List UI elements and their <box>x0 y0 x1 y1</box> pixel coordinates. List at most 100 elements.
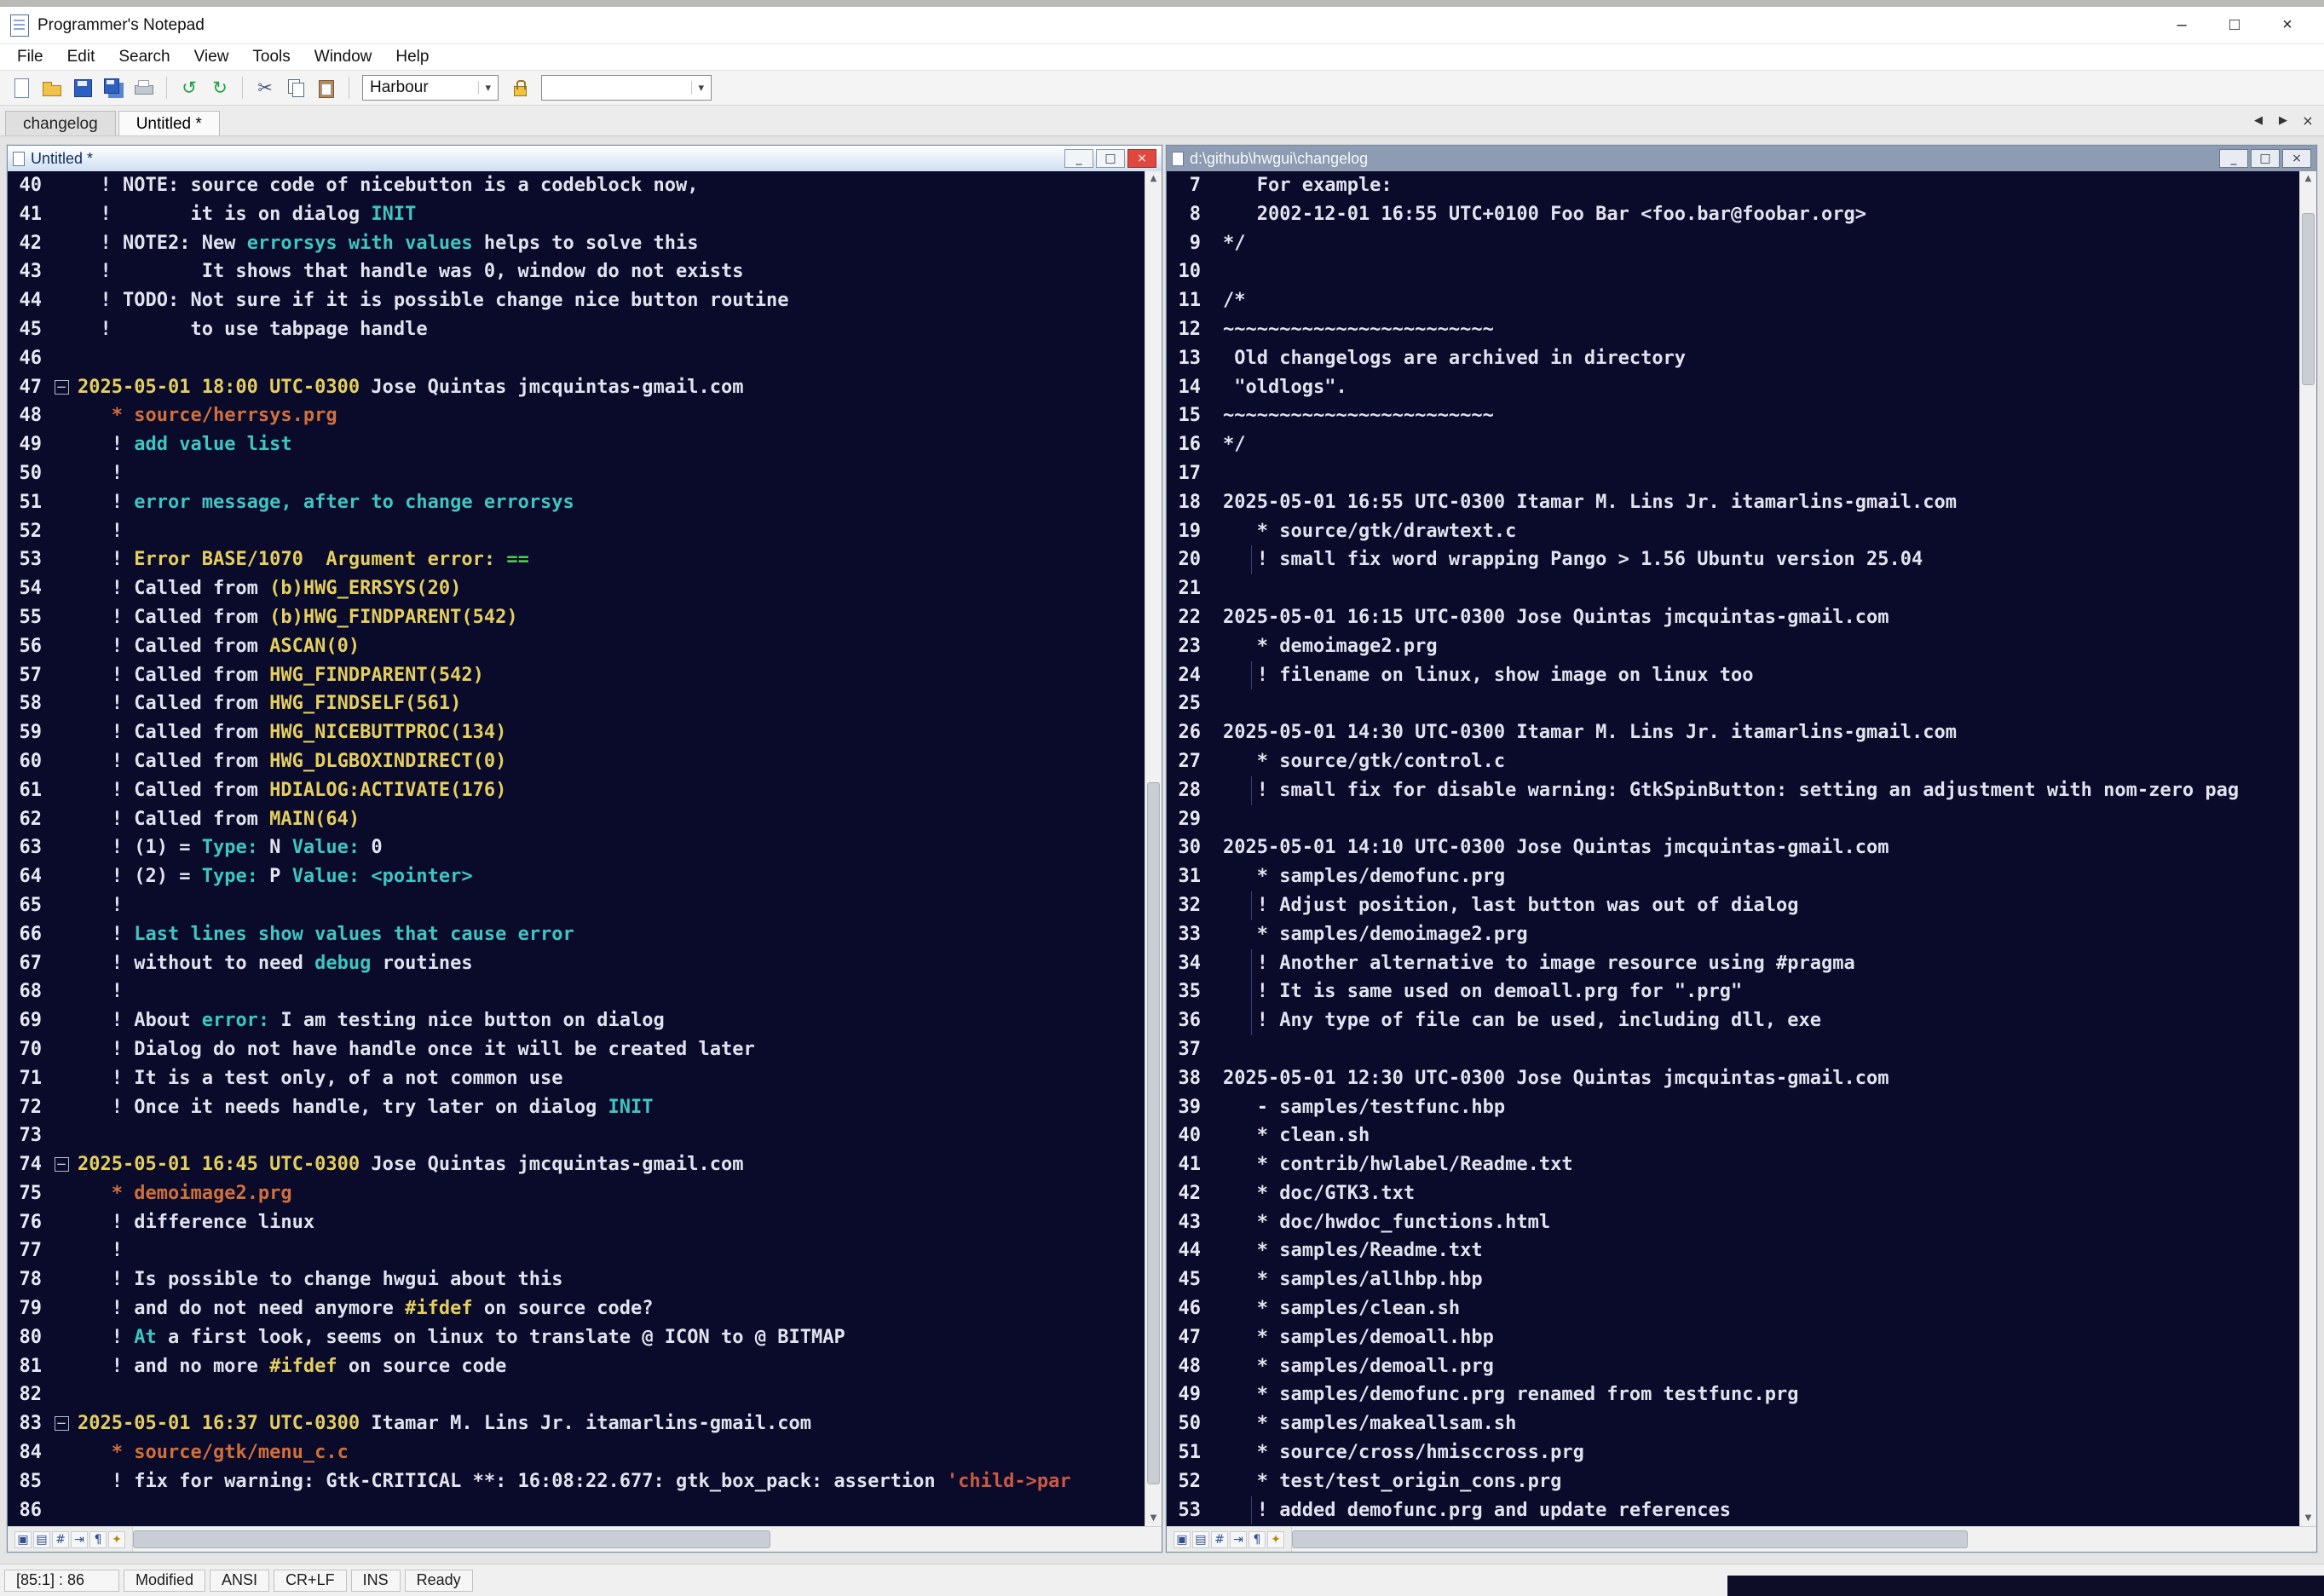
child-restore-button[interactable]: □ <box>2251 149 2280 168</box>
copy-button[interactable] <box>281 73 310 102</box>
menu-item-view[interactable]: View <box>182 48 241 66</box>
tab-scroll-left-button[interactable]: ◀ <box>2247 110 2269 130</box>
child-restore-button[interactable]: □ <box>1096 149 1125 168</box>
scroll-up-icon[interactable]: ▲ <box>2305 171 2312 187</box>
line-number: 66 <box>8 920 50 949</box>
code-text: ! About error: I am testing nice button … <box>72 1006 1145 1035</box>
fold-collapse-icon[interactable]: − <box>55 1416 69 1431</box>
save-all-button[interactable] <box>99 73 128 102</box>
fold-margin <box>1209 286 1218 315</box>
vertical-scrollbar[interactable]: ▲ ▼ <box>1145 171 1162 1526</box>
tab-changelog[interactable]: changelog <box>5 111 116 135</box>
scheme-select[interactable]: Harbour▾ <box>362 75 499 101</box>
fold-margin[interactable]: − <box>50 1150 72 1179</box>
chevron-down-icon[interactable]: ▾ <box>691 81 704 95</box>
scroll-down-icon[interactable]: ▼ <box>2305 1511 2312 1526</box>
menu-item-file[interactable]: File <box>5 48 55 66</box>
menu-item-help[interactable]: Help <box>383 48 441 66</box>
code-line-40: 40 * clean.sh <box>1167 1121 2299 1150</box>
word-wrap-icon[interactable]: ▤ <box>33 1531 50 1548</box>
child-title-bar[interactable]: Untitled * _ □ × <box>8 146 1162 171</box>
line-numbers-icon[interactable]: # <box>52 1531 69 1548</box>
child-close-button[interactable]: × <box>1127 149 1156 168</box>
fold-margin[interactable]: − <box>50 1409 72 1438</box>
line-number: 46 <box>8 344 50 373</box>
tab-marker-icon[interactable]: ⇥ <box>1230 1531 1247 1548</box>
code-line-72: 72 ! Once it needs handle, try later on … <box>8 1093 1145 1122</box>
line-number: 20 <box>1167 545 1209 574</box>
find-combo[interactable]: ▾ <box>541 75 712 101</box>
tab-untitled[interactable]: Untitled * <box>118 111 220 135</box>
fold-margin <box>1209 1496 1218 1525</box>
menu-item-search[interactable]: Search <box>107 48 182 66</box>
tab-marker-icon[interactable]: ⇥ <box>71 1531 88 1548</box>
close-button[interactable]: × <box>2261 7 2314 43</box>
scroll-up-icon[interactable]: ▲ <box>1150 171 1157 187</box>
cut-button[interactable]: ✂ <box>251 73 280 102</box>
line-number: 27 <box>1167 747 1209 776</box>
vertical-scroll-thumb[interactable] <box>2302 213 2315 385</box>
new-file-button[interactable] <box>7 73 36 102</box>
fold-collapse-icon[interactable]: − <box>55 380 69 395</box>
menu-item-edit[interactable]: Edit <box>55 48 107 66</box>
lock-button[interactable] <box>505 73 534 102</box>
scroll-down-icon[interactable]: ▼ <box>1150 1511 1157 1526</box>
editor-area[interactable]: 7 For example:8 2002-12-01 16:55 UTC+010… <box>1167 171 2316 1526</box>
word-wrap-icon[interactable]: ▤ <box>1192 1531 1209 1548</box>
fold-margin[interactable]: − <box>50 373 72 402</box>
line-number: 72 <box>8 1093 50 1122</box>
tab-close-button[interactable]: × <box>2297 110 2319 130</box>
tab-scroll-right-button[interactable]: ▶ <box>2272 110 2294 130</box>
whitespace-icon[interactable]: ¶ <box>89 1531 107 1548</box>
block-select-icon[interactable]: ▣ <box>14 1531 32 1548</box>
scheme-star-icon[interactable]: ✦ <box>108 1531 125 1548</box>
line-number: 56 <box>8 632 50 661</box>
editor-bottom-bar: ▣▤#⇥¶✦ <box>8 1526 1162 1552</box>
print-button[interactable] <box>130 73 159 102</box>
fold-margin <box>1209 488 1218 517</box>
child-title-bar[interactable]: d:\github\hwgui\changelog _ □ × <box>1167 146 2316 171</box>
tab-strip: changelogUntitled * <box>5 111 222 135</box>
block-select-icon[interactable]: ▣ <box>1174 1531 1191 1548</box>
child-close-button[interactable]: × <box>2282 149 2311 168</box>
horizontal-scrollbar[interactable] <box>1291 1527 2316 1552</box>
fold-margin <box>50 833 72 862</box>
minimize-button[interactable]: – <box>2155 7 2208 43</box>
menu-item-window[interactable]: Window <box>303 48 384 66</box>
child-title: d:\github\hwgui\changelog <box>1190 150 1368 168</box>
child-minimize-button[interactable]: _ <box>2219 149 2248 168</box>
scheme-star-icon[interactable]: ✦ <box>1267 1531 1284 1548</box>
code-line-44: 44 ! TODO: Not sure if it is possible ch… <box>8 286 1145 315</box>
open-file-button[interactable] <box>37 73 66 102</box>
line-number: 65 <box>8 891 50 920</box>
fold-margin <box>50 517 72 546</box>
redo-button[interactable]: ↻ <box>205 73 234 102</box>
fold-collapse-icon[interactable]: − <box>55 1157 69 1172</box>
line-number: 45 <box>8 315 50 344</box>
horizontal-scrollbar[interactable] <box>132 1527 1162 1552</box>
line-number: 24 <box>1167 661 1209 690</box>
line-numbers-icon[interactable]: # <box>1211 1531 1228 1548</box>
fold-margin <box>1209 833 1218 862</box>
vertical-scroll-thumb[interactable] <box>1147 782 1160 1484</box>
horizontal-scroll-thumb[interactable] <box>1292 1530 1968 1548</box>
line-number: 18 <box>1167 488 1209 517</box>
horizontal-scroll-thumb[interactable] <box>133 1530 770 1548</box>
save-button[interactable] <box>68 73 97 102</box>
status-message: Ready <box>405 1570 473 1592</box>
maximize-button[interactable]: □ <box>2208 7 2261 43</box>
child-minimize-button[interactable]: _ <box>1064 149 1093 168</box>
code-lines[interactable]: 7 For example:8 2002-12-01 16:55 UTC+010… <box>1167 171 2299 1526</box>
menu-bar: FileEditSearchViewToolsWindowHelp <box>0 44 2324 70</box>
undo-button[interactable]: ↺ <box>175 73 204 102</box>
whitespace-icon[interactable]: ¶ <box>1249 1531 1266 1548</box>
vertical-scrollbar[interactable]: ▲ ▼ <box>2299 171 2316 1526</box>
code-lines[interactable]: 40 ! NOTE: source code of nicebutton is … <box>8 171 1145 1526</box>
menu-item-tools[interactable]: Tools <box>240 48 302 66</box>
editor-area[interactable]: 40 ! NOTE: source code of nicebutton is … <box>8 171 1162 1526</box>
chevron-down-icon[interactable]: ▾ <box>478 81 491 95</box>
code-line-42: 42 ! NOTE2: New errorsys with values hel… <box>8 229 1145 258</box>
paste-button[interactable] <box>312 73 341 102</box>
title-bar[interactable]: Programmer's Notepad – □ × <box>0 7 2324 44</box>
fold-margin <box>1209 1467 1218 1496</box>
